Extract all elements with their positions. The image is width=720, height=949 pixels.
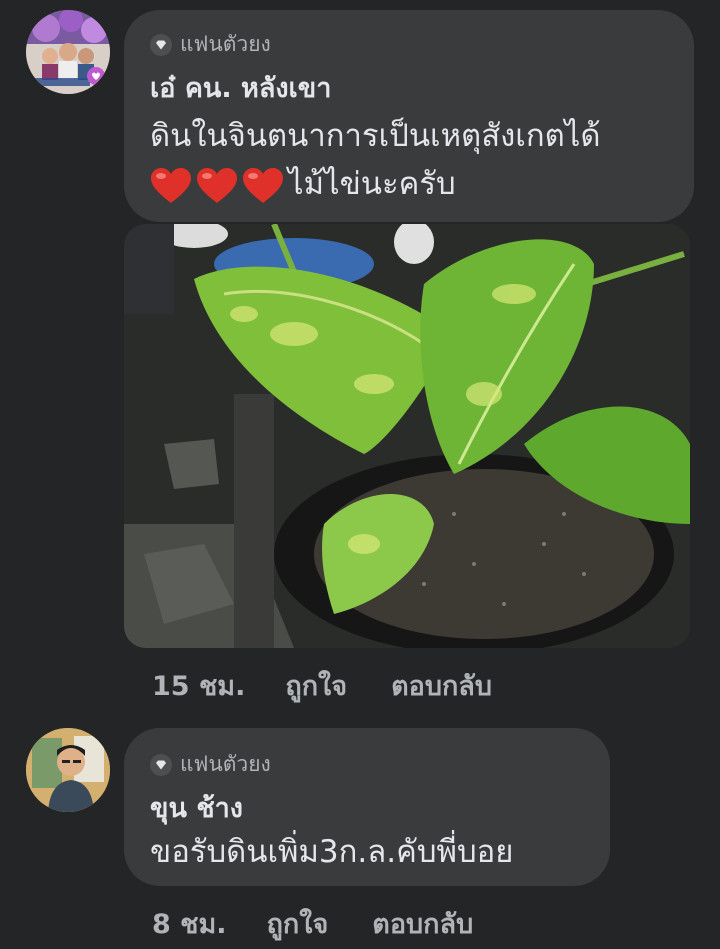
fan-badge: แฟนตัวยง: [150, 748, 271, 781]
comment-author[interactable]: เอ๋ คน. หลังเขา: [150, 66, 331, 109]
badge-label: แฟนตัวยง: [180, 752, 271, 776]
comment-text-line: ขอรับดินเพิ่ม3ก.ล.คับพี่บอย: [150, 834, 514, 870]
comment-text-line: ดินในจินตนาการเป็นเหตุสังเกตได้: [150, 118, 601, 154]
fan-badge: แฟนตัวยง: [150, 28, 271, 61]
reply-link[interactable]: ตอบกลับ: [372, 902, 473, 945]
comment-time: 8 ชม.: [152, 909, 227, 940]
comment-author[interactable]: ขุน ช้าง: [150, 786, 243, 829]
like-link[interactable]: ถูกใจ: [267, 902, 329, 945]
plant-photo[interactable]: [124, 224, 690, 648]
comment-text-line: ไม้ไข่นะครับ: [150, 162, 456, 206]
heart-emoji: [197, 167, 237, 203]
hearts: [150, 167, 288, 205]
heart-emoji: [243, 167, 283, 203]
comment-text-suffix: ไม้ไข่นะครับ: [288, 166, 456, 202]
diamond-icon: [150, 753, 172, 776]
comment-actions: 15 ชม. ถูกใจ ตอบกลับ: [152, 664, 492, 707]
comment-bubble[interactable]: แฟนตัวยง เอ๋ คน. หลังเขา ดินในจินตนาการเ…: [124, 10, 694, 222]
like-link[interactable]: ถูกใจ: [285, 664, 347, 707]
avatar[interactable]: [26, 10, 110, 94]
comment-bubble[interactable]: แฟนตัวยง ขุน ช้าง ขอรับดินเพิ่ม3ก.ล.คับพ…: [124, 728, 610, 886]
heart-emoji: [151, 167, 191, 203]
diamond-icon: [150, 33, 172, 56]
badge-label: แฟนตัวยง: [180, 32, 271, 56]
reply-link[interactable]: ตอบกลับ: [391, 664, 492, 707]
avatar[interactable]: [26, 728, 110, 812]
comment-actions: 8 ชม. ถูกใจ ตอบกลับ: [152, 902, 473, 945]
comment-time: 15 ชม.: [152, 671, 246, 702]
